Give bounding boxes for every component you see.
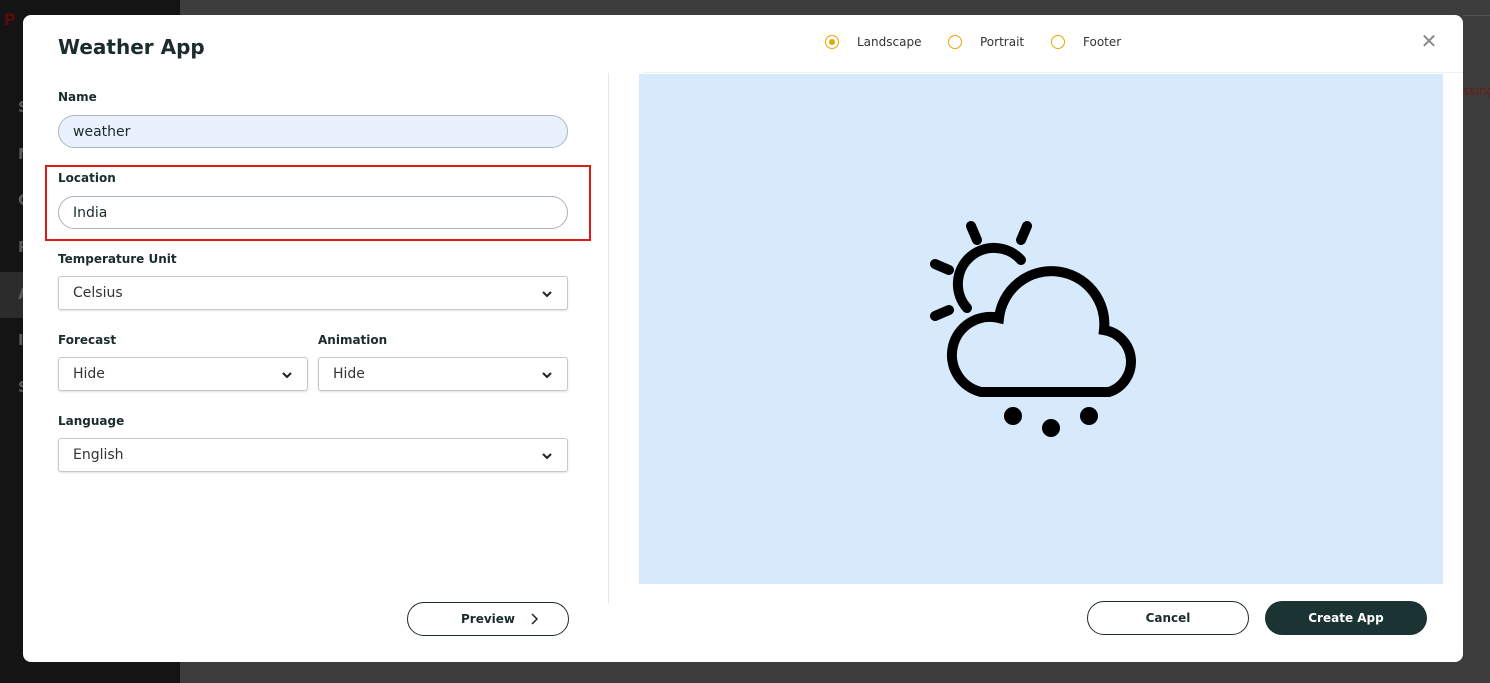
language-select[interactable]: English <box>58 438 568 472</box>
background-status-text: ssing <box>1463 84 1490 98</box>
forecast-value: Hide <box>73 366 105 382</box>
temperature-unit-value: Celsius <box>73 285 123 301</box>
preview-button-label: Preview <box>460 612 515 626</box>
animation-label: Animation <box>318 333 388 347</box>
language-value: English <box>73 447 124 463</box>
portrait-radio[interactable] <box>948 35 962 49</box>
name-input[interactable] <box>58 115 568 148</box>
panel-divider <box>608 73 609 603</box>
chevron-down-icon <box>282 372 292 379</box>
animation-value: Hide <box>333 366 365 382</box>
footer-radio[interactable] <box>1051 35 1065 49</box>
location-label: Location <box>58 171 116 185</box>
background-logo: P <box>4 10 16 29</box>
modal-title: Weather App <box>58 35 205 59</box>
header-divider <box>643 72 1463 73</box>
chevron-down-icon <box>542 372 552 379</box>
temperature-unit-select[interactable]: Celsius <box>58 276 568 310</box>
create-app-button[interactable]: Create App <box>1265 601 1427 635</box>
name-label: Name <box>58 90 97 104</box>
close-icon[interactable]: ✕ <box>1419 31 1439 51</box>
background-divider <box>1463 15 1490 16</box>
orientation-footer[interactable]: Footer <box>1051 35 1121 49</box>
language-label: Language <box>58 414 125 428</box>
forecast-select[interactable]: Hide <box>58 357 308 391</box>
landscape-label: Landscape <box>857 35 922 49</box>
cancel-button-label: Cancel <box>1145 611 1191 625</box>
animation-select[interactable]: Hide <box>318 357 568 391</box>
portrait-label: Portrait <box>980 35 1025 49</box>
chevron-down-icon <box>542 453 552 460</box>
temperature-unit-label: Temperature Unit <box>58 252 177 266</box>
cancel-button[interactable]: Cancel <box>1087 601 1249 635</box>
chevron-right-icon <box>531 613 539 625</box>
chevron-down-icon <box>542 291 552 298</box>
preview-area <box>639 74 1443 584</box>
preview-button[interactable]: Preview <box>407 602 569 636</box>
orientation-portrait[interactable]: Portrait <box>948 35 1024 49</box>
create-app-button-label: Create App <box>1308 611 1384 625</box>
forecast-label: Forecast <box>58 333 117 347</box>
create-app-modal: Weather App Landscape Portrait Footer ✕ … <box>23 15 1463 662</box>
partly-cloudy-hail-icon <box>930 221 1136 437</box>
orientation-landscape[interactable]: Landscape <box>825 35 921 49</box>
landscape-radio[interactable] <box>825 35 839 49</box>
footer-label: Footer <box>1083 35 1122 49</box>
location-input[interactable] <box>58 196 568 229</box>
